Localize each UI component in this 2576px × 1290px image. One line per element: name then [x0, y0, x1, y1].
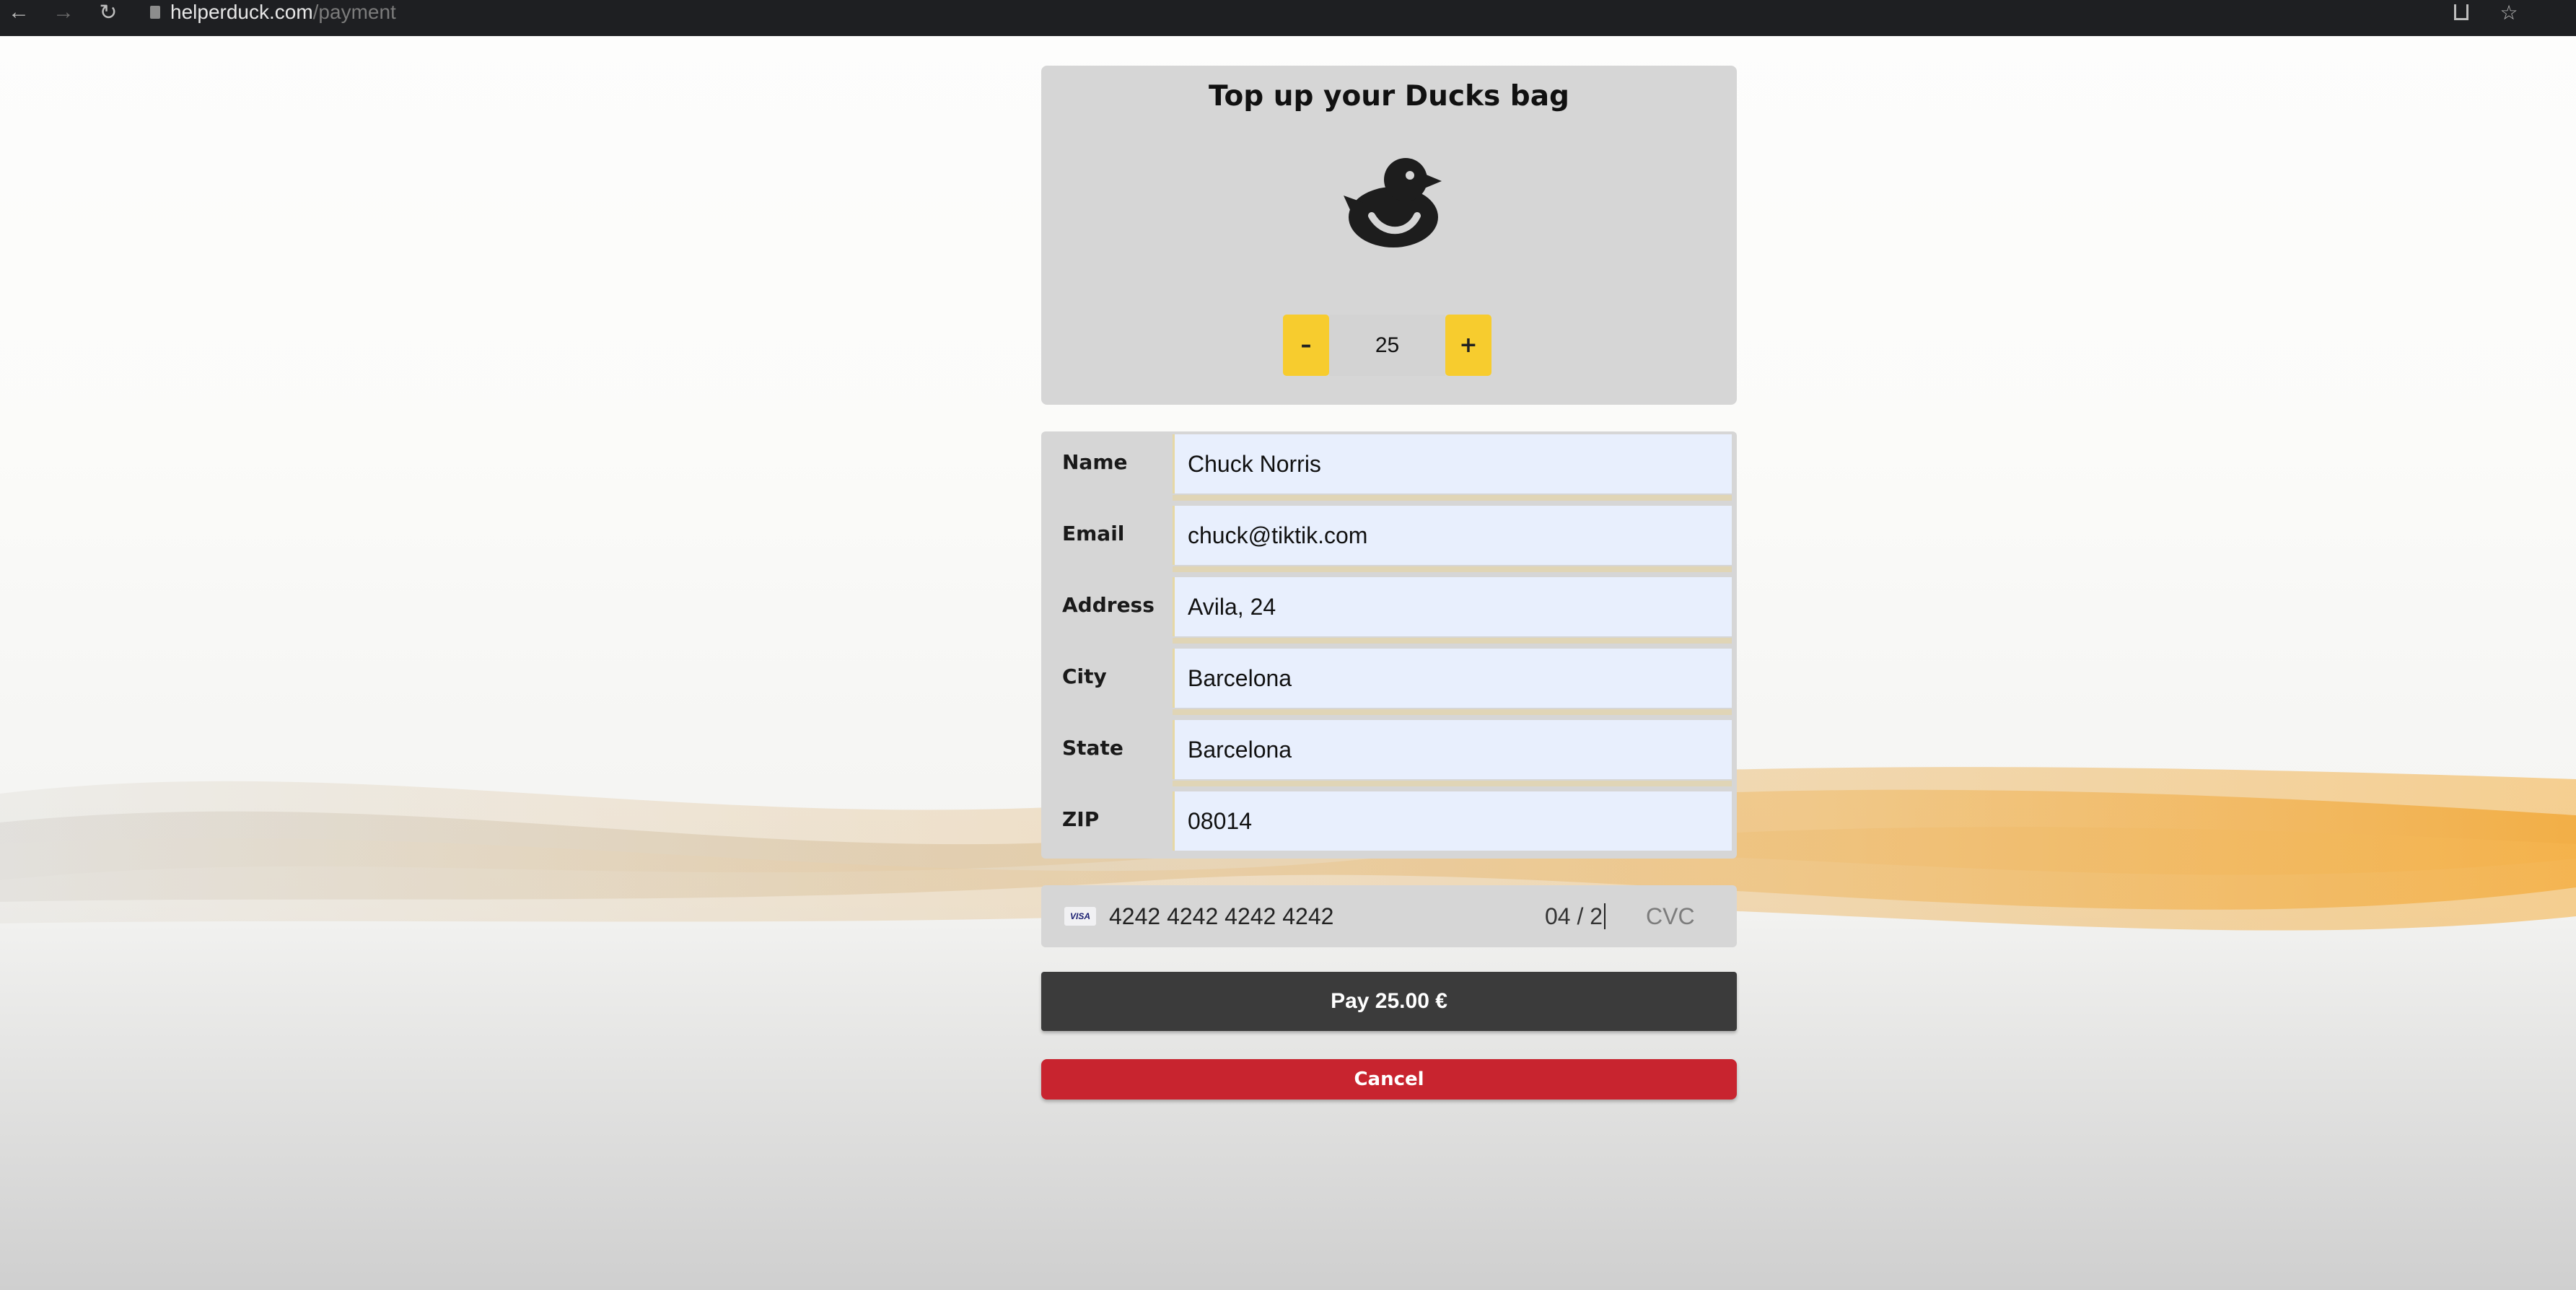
state-field[interactable]: [1173, 720, 1732, 779]
form-row-address: Address: [1041, 574, 1737, 644]
back-arrow-icon[interactable]: ←: [4, 0, 33, 25]
address-field[interactable]: [1173, 577, 1732, 636]
state-label: State: [1062, 735, 1123, 760]
card-number-field[interactable]: 4242 4242 4242 4242: [1109, 885, 1333, 947]
zip-label: ZIP: [1062, 807, 1100, 831]
url-path: /payment: [312, 1, 396, 23]
text-cursor: [1604, 903, 1606, 929]
field-divider: [1173, 495, 1732, 501]
browser-toolbar: ← → ↻ helperduck.com /payment ☆: [0, 0, 2576, 36]
visa-card-icon: VISA: [1064, 907, 1096, 926]
city-field[interactable]: [1173, 649, 1732, 708]
card-cvc-field[interactable]: CVC: [1646, 885, 1695, 947]
increase-button[interactable]: +: [1445, 315, 1491, 376]
lock-icon: [150, 6, 160, 19]
field-divider: [1173, 709, 1732, 715]
decrease-button[interactable]: –: [1283, 315, 1329, 376]
form-row-state: State: [1041, 717, 1737, 786]
topup-card: Top up your Ducks bag – 25 +: [1041, 66, 1737, 405]
quantity-stepper: – 25 +: [1283, 315, 1492, 376]
city-label: City: [1062, 664, 1107, 688]
zip-field[interactable]: [1173, 791, 1732, 851]
pay-button[interactable]: Pay 25.00 €: [1041, 972, 1737, 1031]
cancel-button[interactable]: Cancel: [1041, 1059, 1737, 1100]
billing-form: Name Email Address City State ZIP: [1041, 431, 1737, 859]
card-expiry-value: 04 / 2: [1545, 903, 1603, 929]
email-field[interactable]: [1173, 506, 1732, 565]
card-input[interactable]: VISA 4242 4242 4242 4242 04 / 2 CVC: [1041, 885, 1737, 947]
share-icon[interactable]: [2450, 0, 2472, 25]
address-bar[interactable]: helperduck.com /payment: [150, 0, 799, 25]
form-row-name: Name: [1041, 431, 1737, 501]
address-label: Address: [1062, 592, 1155, 617]
forward-arrow-icon[interactable]: →: [49, 0, 78, 25]
field-divider: [1173, 566, 1732, 572]
email-label: Email: [1062, 521, 1125, 545]
form-row-email: Email: [1041, 503, 1737, 572]
form-row-zip: ZIP: [1041, 789, 1737, 855]
form-row-city: City: [1041, 646, 1737, 715]
duck-icon: [1344, 158, 1442, 247]
quantity-value[interactable]: 25: [1329, 315, 1445, 376]
url-host: helperduck.com: [170, 1, 313, 23]
name-label: Name: [1062, 449, 1128, 474]
page-title: Top up your Ducks bag: [1209, 80, 1569, 113]
card-expiry-field[interactable]: 04 / 2: [1545, 885, 1606, 947]
bookmark-star-icon[interactable]: ☆: [2497, 0, 2521, 25]
reload-icon[interactable]: ↻: [94, 0, 123, 25]
field-divider: [1173, 638, 1732, 644]
name-field[interactable]: [1173, 434, 1732, 493]
field-divider: [1173, 781, 1732, 786]
